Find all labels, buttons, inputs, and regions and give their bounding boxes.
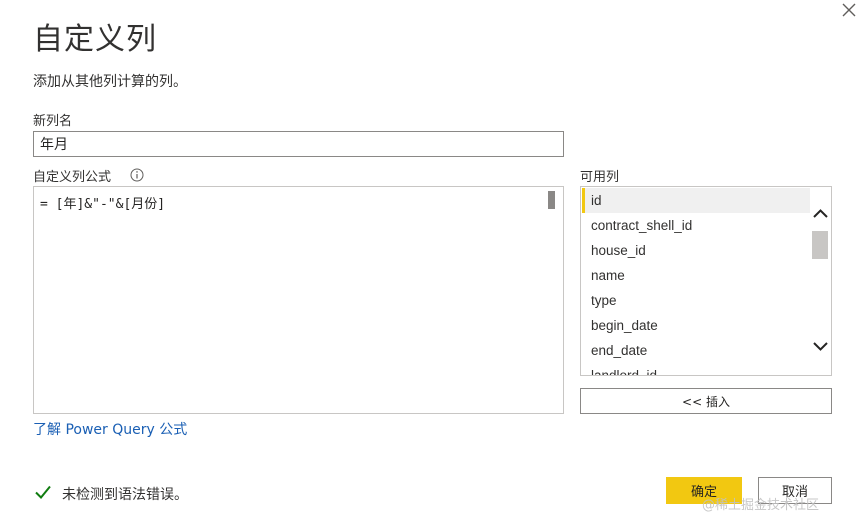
checkmark-icon xyxy=(34,483,52,501)
scroll-down-button[interactable] xyxy=(810,337,831,355)
list-scrollbar[interactable] xyxy=(810,187,831,375)
available-columns-label: 可用列 xyxy=(580,170,620,185)
column-item-end-date[interactable]: end_date xyxy=(582,338,810,363)
formula-scrollbar-thumb[interactable] xyxy=(548,191,555,209)
new-column-name-input[interactable] xyxy=(33,131,564,157)
info-icon[interactable] xyxy=(130,167,144,182)
available-columns-list[interactable]: id contract_shell_id house_id name type begin… xyxy=(580,186,832,376)
learn-power-query-link[interactable]: 了解 Power Query 公式 xyxy=(33,419,187,439)
column-item-house-id[interactable]: house_id xyxy=(582,238,810,263)
chevron-down-icon xyxy=(813,342,828,351)
new-column-name-label: 新列名 xyxy=(33,114,73,129)
column-item-begin-date[interactable]: begin_date xyxy=(582,313,810,338)
syntax-status-text: 未检测到语法错误。 xyxy=(62,487,188,503)
chevron-up-icon xyxy=(813,209,828,218)
close-icon xyxy=(842,3,856,17)
column-item-type[interactable]: type xyxy=(582,288,810,313)
column-item-name[interactable]: name xyxy=(582,263,810,288)
dialog-title: 自定义列 xyxy=(33,22,157,57)
formula-label: 自定义列公式 xyxy=(33,170,112,185)
formula-editor[interactable]: = [年]&"-"&[月份] xyxy=(33,186,564,414)
column-item-id[interactable]: id xyxy=(582,188,810,213)
list-scrollbar-thumb[interactable] xyxy=(812,231,828,259)
close-button[interactable] xyxy=(836,0,862,22)
scroll-up-button[interactable] xyxy=(810,205,831,223)
column-item-contract-shell-id[interactable]: contract_shell_id xyxy=(582,213,810,238)
insert-button[interactable]: << 插入 xyxy=(580,388,832,414)
dialog-subtitle: 添加从其他列计算的列。 xyxy=(33,74,187,90)
column-item-landlord-id[interactable]: landlord_id xyxy=(582,363,810,375)
watermark: @稀土掘金技术社区 xyxy=(702,498,820,513)
formula-text: = [年]&"-"&[月份] xyxy=(40,197,166,212)
